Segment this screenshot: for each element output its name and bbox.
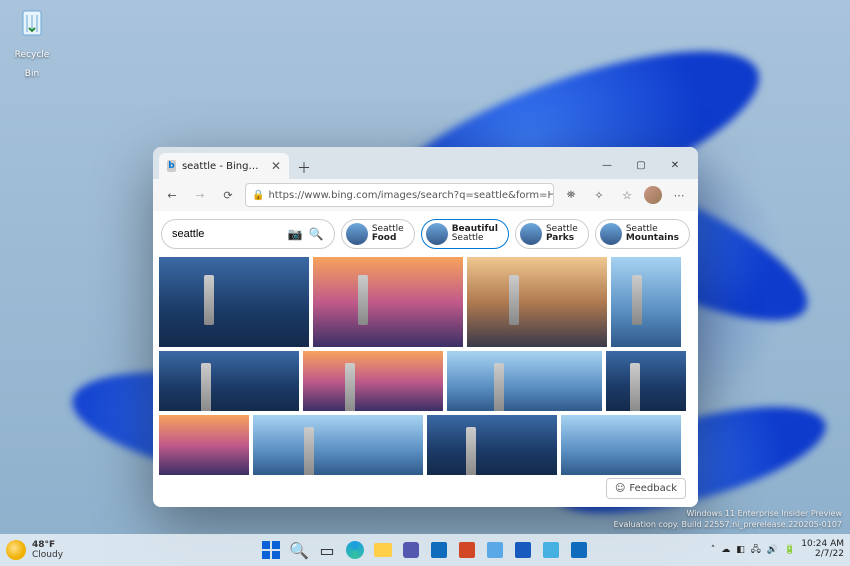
network-icon[interactable]: 🖧	[751, 542, 761, 558]
pill-bottom: Seattle	[452, 234, 498, 243]
notepad-app[interactable]	[539, 538, 563, 562]
image-result[interactable]	[427, 415, 557, 475]
profile-avatar[interactable]	[644, 186, 662, 204]
window-minimize-button[interactable]: —	[590, 151, 624, 179]
image-result[interactable]	[561, 415, 681, 475]
todo-app[interactable]	[483, 538, 507, 562]
close-tab-icon[interactable]: ✕	[271, 159, 281, 173]
image-results-grid	[153, 257, 698, 475]
weather-icon	[6, 540, 26, 560]
powerpoint-app[interactable]	[455, 538, 479, 562]
suggestion-pill-mountains[interactable]: SeattleMountains	[595, 219, 690, 249]
image-result[interactable]	[159, 415, 249, 475]
image-result[interactable]	[447, 351, 602, 411]
battery-icon[interactable]: 🔋	[784, 545, 795, 555]
onedrive-icon[interactable]: ☁	[721, 545, 730, 555]
lock-icon: 🔒	[252, 190, 264, 201]
mail-app[interactable]	[567, 538, 591, 562]
taskbar-apps: 🔍 ▭	[259, 538, 591, 562]
watermark-line2: Evaluation copy. Build 22557.ni_prerelea…	[614, 520, 842, 530]
read-aloud-button[interactable]: ⛯	[560, 184, 582, 206]
nav-back-button[interactable]: ←	[161, 184, 183, 206]
windows-watermark: Windows 11 Enterprise Insider Preview Ev…	[614, 509, 842, 530]
search-input[interactable]	[172, 228, 262, 240]
word-app[interactable]	[511, 538, 535, 562]
nav-forward-button[interactable]: →	[189, 184, 211, 206]
weather-cond: Cloudy	[32, 550, 63, 560]
window-close-button[interactable]: ✕	[658, 151, 692, 179]
visual-search-icon[interactable]: 📷	[288, 227, 303, 241]
favorites-button[interactable]: ☆	[616, 184, 638, 206]
system-tray: ˄ ☁ ◧ 🖧 🔊 🔋 10:24 AM 2/7/22	[711, 540, 844, 560]
feedback-button[interactable]: ☺ Feedback	[606, 478, 686, 499]
url-text: https://www.bing.com/images/search?q=sea…	[268, 190, 554, 201]
feedback-icon: ☺	[615, 483, 625, 494]
image-result[interactable]	[606, 351, 686, 411]
image-result[interactable]	[253, 415, 423, 475]
task-view-button[interactable]: ▭	[315, 538, 339, 562]
image-result[interactable]	[303, 351, 443, 411]
suggestion-pill-beautiful[interactable]: BeautifulSeattle	[421, 219, 509, 249]
recycle-bin[interactable]: Recycle Bin	[8, 6, 56, 80]
search-button[interactable]: 🔍	[287, 538, 311, 562]
more-menu-button[interactable]: ⋯	[668, 184, 690, 206]
weather-temp: 48°F	[32, 540, 63, 550]
new-tab-button[interactable]: ＋	[293, 157, 315, 179]
pill-thumb-icon	[600, 223, 622, 245]
suggestion-pill-food[interactable]: SeattleFood	[341, 219, 415, 249]
suggestion-pill-parks[interactable]: SeattleParks	[515, 219, 589, 249]
nav-refresh-button[interactable]: ⟳	[217, 184, 239, 206]
image-result[interactable]	[611, 257, 681, 347]
image-result[interactable]	[313, 257, 463, 347]
pill-bottom: Mountains	[626, 234, 679, 243]
browser-toolbar: ← → ⟳ 🔒 https://www.bing.com/images/sear…	[153, 179, 698, 211]
tray-icon[interactable]: ◧	[736, 545, 745, 555]
image-result[interactable]	[159, 351, 299, 411]
start-button[interactable]	[259, 538, 283, 562]
pill-thumb-icon	[346, 223, 368, 245]
outlook-app[interactable]	[427, 538, 451, 562]
pill-thumb-icon	[520, 223, 542, 245]
image-search-bar: 📷 🔍 SeattleFood BeautifulSeattle Seattle…	[153, 211, 698, 257]
recycle-bin-label: Recycle Bin	[15, 50, 50, 79]
extensions-button[interactable]: ✧	[588, 184, 610, 206]
browser-window: b seattle - Bing images ✕ ＋ — ▢ ✕ ← → ⟳ …	[153, 147, 698, 507]
tray-chevron-icon[interactable]: ˄	[711, 545, 716, 555]
recycle-bin-icon	[15, 6, 49, 40]
address-bar[interactable]: 🔒 https://www.bing.com/images/search?q=s…	[245, 183, 554, 207]
file-explorer-app[interactable]	[371, 538, 395, 562]
feedback-label: Feedback	[629, 483, 677, 494]
window-maximize-button[interactable]: ▢	[624, 151, 658, 179]
watermark-line1: Windows 11 Enterprise Insider Preview	[614, 509, 842, 519]
browser-tab[interactable]: b seattle - Bing images ✕	[159, 153, 289, 179]
pill-bottom: Food	[372, 234, 404, 243]
pill-bottom: Parks	[546, 234, 578, 243]
volume-icon[interactable]: 🔊	[767, 545, 778, 555]
page-content: 📷 🔍 SeattleFood BeautifulSeattle Seattle…	[153, 211, 698, 507]
teams-app[interactable]	[399, 538, 423, 562]
taskbar-clock[interactable]: 10:24 AM 2/7/22	[801, 540, 844, 560]
pill-thumb-icon	[426, 223, 448, 245]
tab-strip: b seattle - Bing images ✕ ＋ — ▢ ✕	[153, 147, 698, 179]
bing-favicon: b	[167, 160, 176, 172]
tab-title: seattle - Bing images	[182, 161, 261, 172]
edge-app[interactable]	[343, 538, 367, 562]
image-result[interactable]	[159, 257, 309, 347]
taskbar-weather-widget[interactable]: 48°F Cloudy	[6, 540, 63, 560]
search-box[interactable]: 📷 🔍	[161, 219, 335, 249]
image-result[interactable]	[467, 257, 607, 347]
taskbar: 48°F Cloudy 🔍 ▭ ˄ ☁ ◧ 🖧 🔊 🔋 10:24 AM 2/7…	[0, 534, 850, 566]
search-icon[interactable]: 🔍	[309, 227, 324, 241]
clock-date: 2/7/22	[801, 550, 844, 560]
